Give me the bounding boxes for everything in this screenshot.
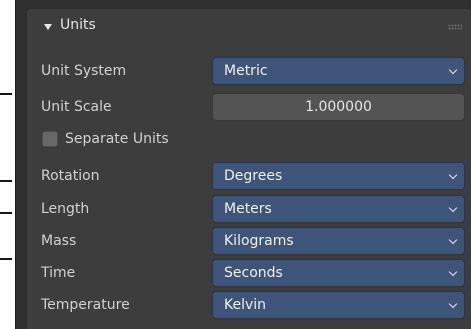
panel-body: Unit System Metric Unit Scale 1.000000 S… xyxy=(27,45,471,329)
unit-scale-field[interactable]: 1.000000 xyxy=(212,93,465,121)
panel-header[interactable]: Units xyxy=(27,9,471,45)
length-dropdown[interactable]: Meters xyxy=(212,195,465,223)
chevron-down-icon xyxy=(448,203,458,213)
edge-tick xyxy=(0,212,12,214)
screen: Units Unit System Metric Unit Scale 1.00… xyxy=(0,0,475,329)
temperature-label: Temperature xyxy=(41,297,130,313)
grip-dots-icon[interactable] xyxy=(448,24,462,30)
separate-units-label[interactable]: Separate Units xyxy=(65,125,169,153)
edge-tick xyxy=(0,180,12,182)
time-value: Seconds xyxy=(224,265,283,281)
unit-scale-label: Unit Scale xyxy=(41,99,112,115)
length-label: Length xyxy=(41,201,90,217)
chevron-down-icon xyxy=(448,235,458,245)
chevron-down-icon xyxy=(448,267,458,277)
chevron-down-icon xyxy=(448,299,458,309)
left-edge-strip xyxy=(0,0,15,329)
mass-value: Kilograms xyxy=(224,233,294,249)
temperature-value: Kelvin xyxy=(224,297,267,313)
unit-system-dropdown[interactable]: Metric xyxy=(212,57,465,85)
edge-tick xyxy=(0,93,12,95)
rotation-label: Rotation xyxy=(41,168,100,184)
time-dropdown[interactable]: Seconds xyxy=(212,259,465,287)
length-value: Meters xyxy=(224,201,272,217)
rotation-dropdown[interactable]: Degrees xyxy=(212,162,465,190)
temperature-dropdown[interactable]: Kelvin xyxy=(212,291,465,319)
mass-label: Mass xyxy=(41,233,77,249)
units-panel: Units Unit System Metric Unit Scale 1.00… xyxy=(15,0,471,329)
chevron-down-icon xyxy=(448,170,458,180)
rotation-value: Degrees xyxy=(224,168,283,184)
separate-units-checkbox[interactable] xyxy=(42,131,58,147)
unit-system-value: Metric xyxy=(224,63,268,79)
edge-tick xyxy=(0,258,12,260)
triangle-down-icon[interactable] xyxy=(44,24,52,30)
time-label: Time xyxy=(41,265,76,281)
chevron-down-icon xyxy=(448,65,458,75)
unit-system-label: Unit System xyxy=(41,63,127,79)
mass-dropdown[interactable]: Kilograms xyxy=(212,227,465,255)
panel-title: Units xyxy=(60,17,96,33)
